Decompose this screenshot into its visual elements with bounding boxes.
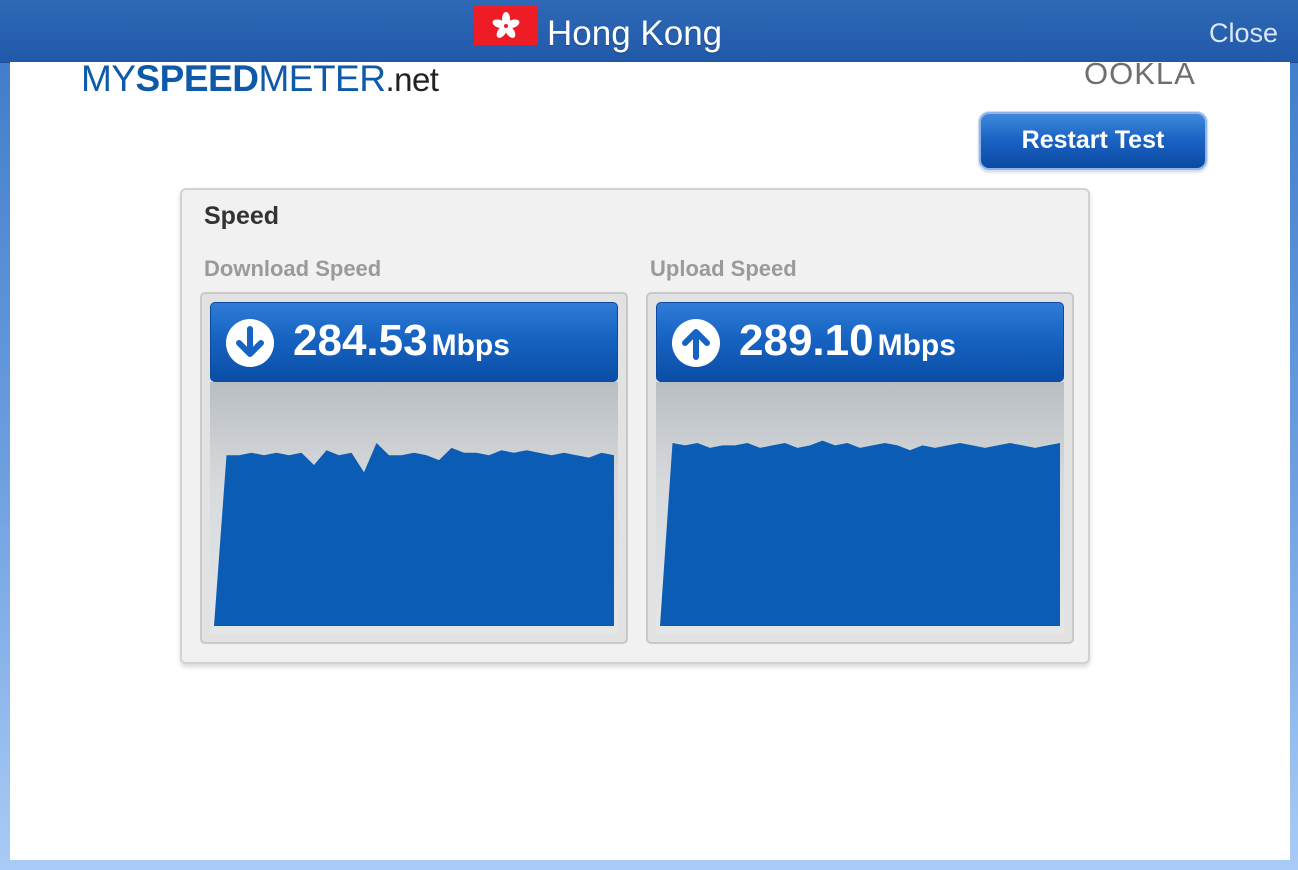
logo-part-net: .net [385,61,439,98]
download-readout: 284.53 Mbps [210,302,618,382]
download-graph [214,443,614,626]
download-speed-label: Download Speed [204,256,382,281]
upload-meter: 289.10 Mbps [646,292,1074,644]
upload-speed-label: Upload Speed [650,256,797,281]
logo-part-my: MY [81,58,136,99]
close-button[interactable]: Close [1209,16,1278,50]
speed-section: Speed Download Speed Upload Speed 284.53… [180,188,1090,664]
location-title: Hong Kong [547,14,723,53]
logo-part-meter: METER [258,58,386,99]
download-speed-value: 284.53 [293,316,428,365]
arrow-down-circle-icon [226,319,274,367]
upload-speed-value: 289.10 [739,316,874,365]
logo-part-speed: SPEED [135,58,259,99]
title-bar: Hong Kong Close [0,0,1298,63]
download-speed-readout: 284.53 Mbps [293,313,510,374]
upload-graph [660,440,1060,626]
download-area-series [214,443,614,626]
bauhinia-icon [492,11,520,38]
ookla-logo: OOKLA [1084,56,1196,91]
upload-speed-unit: Mbps [877,329,956,362]
upload-speed-readout: 289.10 Mbps [739,313,956,374]
restart-test-button[interactable]: Restart Test [979,112,1207,170]
speed-section-title: Speed [204,202,280,230]
main-panel: MYSPEEDMETER.net OOKLA Restart Test Spee… [10,56,1290,860]
hong-kong-flag-icon [474,6,538,45]
upload-readout: 289.10 Mbps [656,302,1064,382]
myspeedmeter-logo: MYSPEEDMETER.net [81,57,439,102]
download-speed-unit: Mbps [431,329,510,362]
download-meter: 284.53 Mbps [200,292,628,644]
upload-area-series [660,440,1060,626]
arrow-up-circle-icon [672,319,720,367]
